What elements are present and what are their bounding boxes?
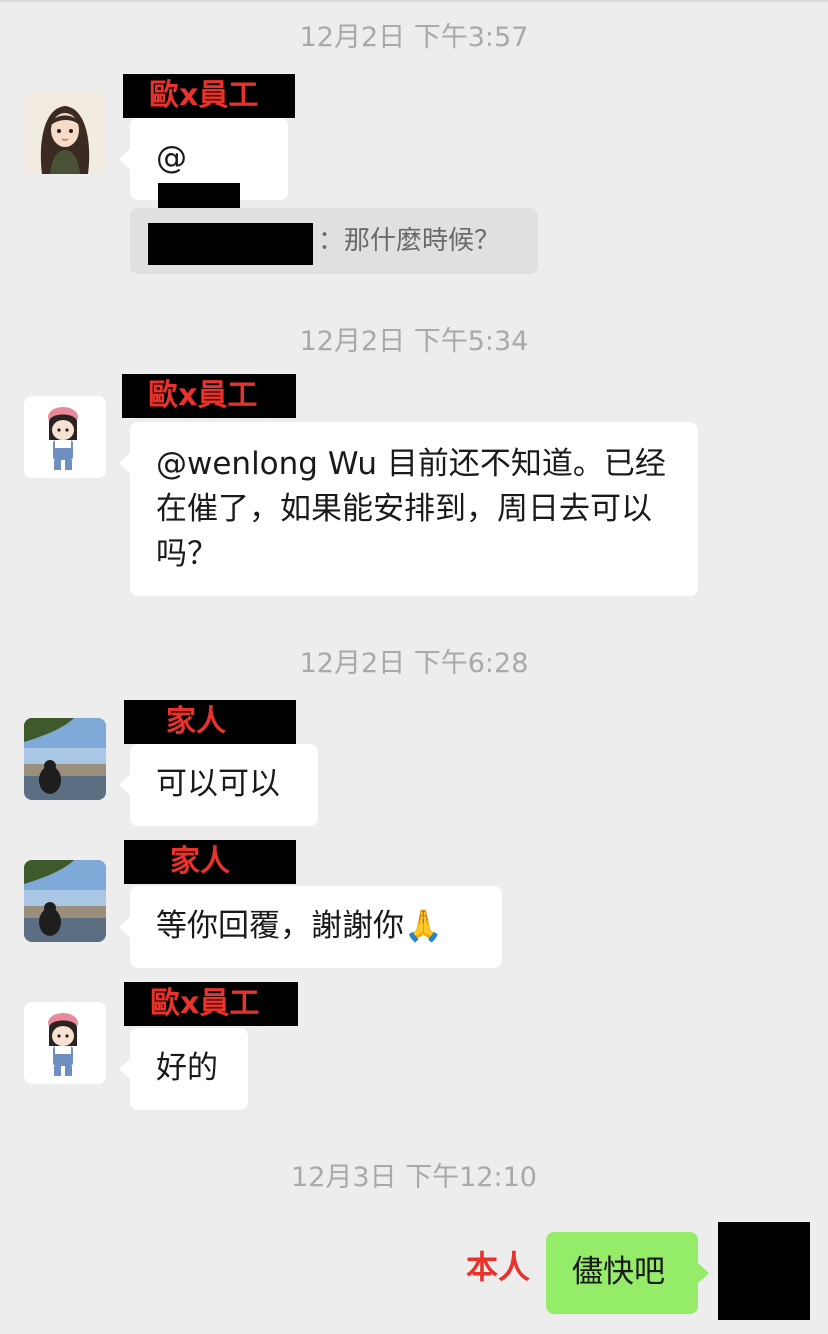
message-bubble-mention[interactable]: @ bbox=[119, 118, 288, 227]
sender-name-tag: 家人 bbox=[124, 840, 296, 884]
self-name-label: 本人 bbox=[466, 1248, 531, 1286]
sender-name-tag: 家人 bbox=[124, 700, 296, 744]
mention-prefix: @ bbox=[156, 140, 187, 176]
timestamp: 12月2日 下午3:57 bbox=[299, 22, 529, 53]
quoted-reply[interactable]: ：那什麼時候？ bbox=[130, 208, 538, 274]
message-bubble[interactable]: @wenlong Wu 目前还不知道。已经在催了，如果能安排到，周日去可以吗？ bbox=[119, 422, 698, 596]
message-bubble-outgoing[interactable]: 儘快吧 bbox=[546, 1232, 709, 1314]
avatar-family-1[interactable] bbox=[24, 718, 106, 800]
timestamp: 12月2日 下午6:28 bbox=[299, 648, 529, 679]
avatar-self-redacted[interactable] bbox=[718, 1222, 810, 1320]
redacted-quoted-sender bbox=[148, 223, 313, 265]
avatar-employee-3[interactable] bbox=[24, 1002, 106, 1084]
message-bubble[interactable]: 可以可以 bbox=[119, 744, 318, 826]
avatar-family-2[interactable] bbox=[24, 860, 106, 942]
sender-name-tag: 歐x員工 bbox=[124, 982, 298, 1026]
sender-name-tag: 歐x員工 bbox=[123, 74, 295, 118]
timestamp: 12月3日 下午12:10 bbox=[291, 1162, 537, 1193]
message-bubble[interactable]: 等你回覆，謝謝你🙏 bbox=[119, 886, 502, 968]
timestamp: 12月2日 下午5:34 bbox=[299, 326, 529, 357]
top-divider bbox=[0, 0, 828, 2]
avatar-employee-1[interactable] bbox=[24, 92, 106, 174]
avatar-employee-2[interactable] bbox=[24, 396, 106, 478]
quoted-text: ：那什麼時候？ bbox=[318, 226, 501, 256]
sender-name-tag: 歐x員工 bbox=[122, 374, 296, 418]
message-bubble[interactable]: 好的 bbox=[119, 1028, 248, 1110]
